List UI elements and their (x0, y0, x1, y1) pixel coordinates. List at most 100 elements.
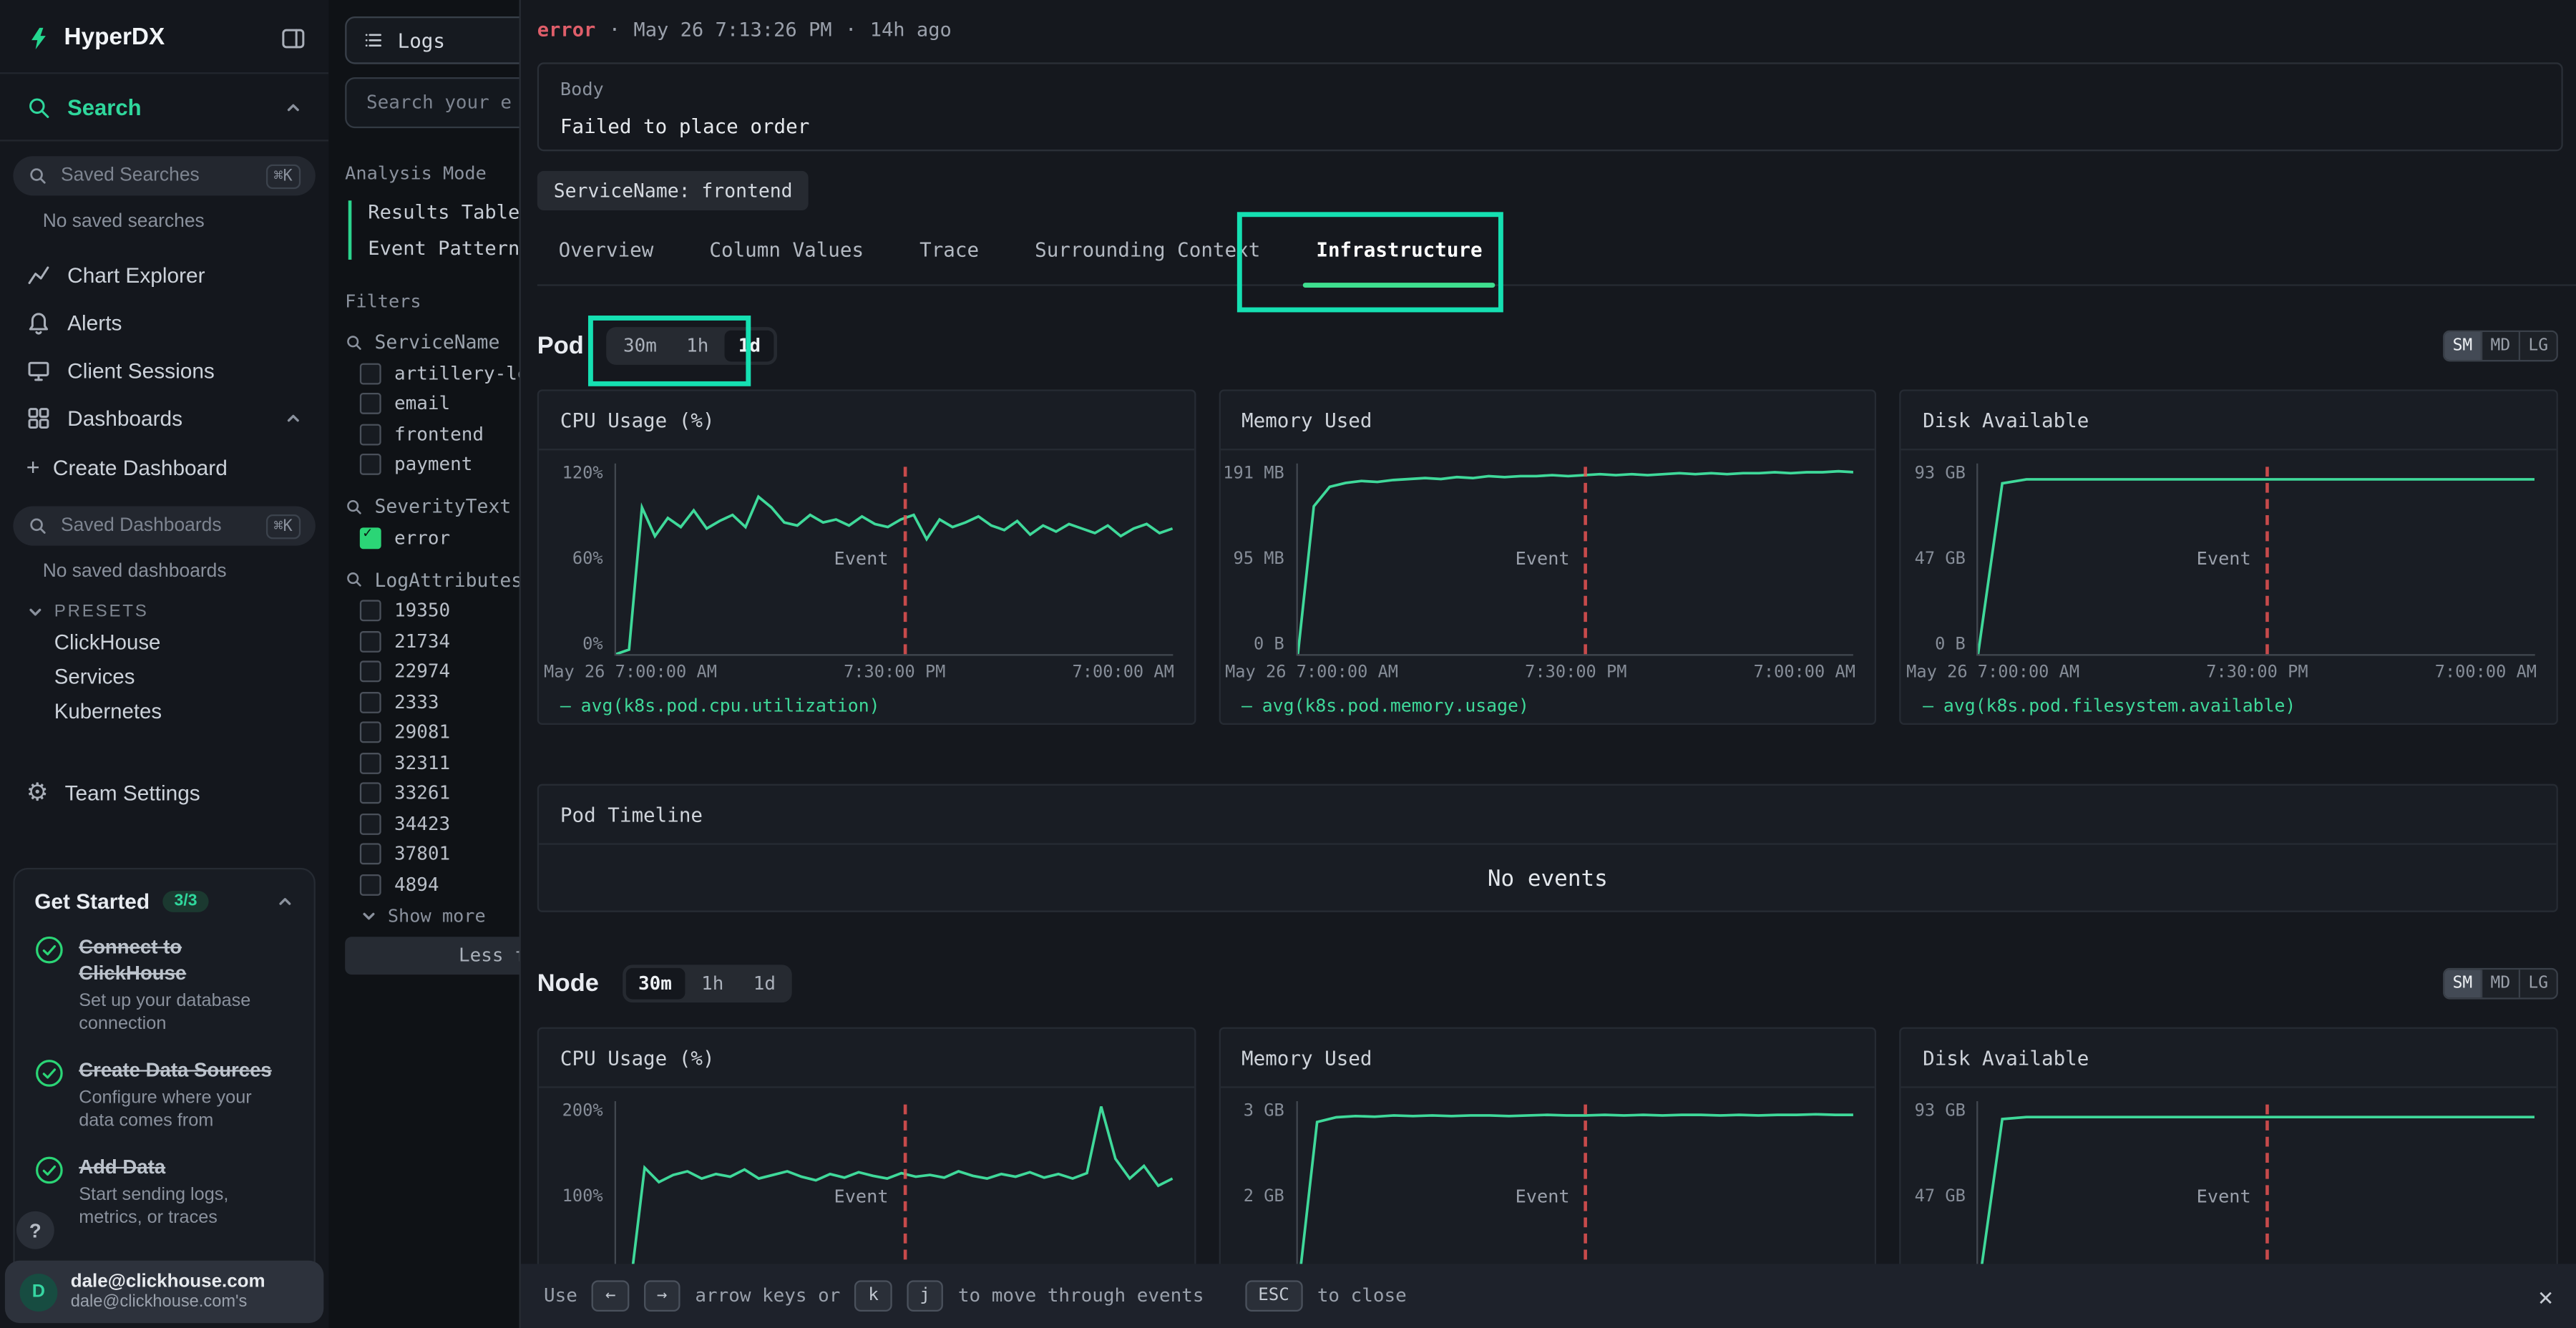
presets-toggle[interactable]: PRESETS (26, 602, 328, 622)
event-marker-label: Event (2197, 1186, 2251, 1207)
esc-key: ESC (1245, 1280, 1302, 1312)
pod-cpu-chart[interactable]: Event (615, 464, 1173, 656)
range-1h[interactable]: 1h (673, 330, 722, 361)
checkbox[interactable] (360, 691, 381, 713)
filter-option-label: 33261 (394, 783, 450, 804)
tab-surrounding-context[interactable]: Surrounding Context (1032, 228, 1264, 284)
range-1d[interactable]: 1d (740, 967, 789, 999)
size-md[interactable]: MD (2481, 331, 2519, 359)
checkbox[interactable] (360, 844, 381, 865)
y-axis-ticks: 191 MB 95 MB 0 B (1220, 464, 1296, 654)
checkbox[interactable] (360, 630, 381, 652)
sidebar-item-client-sessions[interactable]: Client Sessions (0, 347, 328, 395)
chart-card-pod-memory: Memory Used 191 MB 95 MB 0 B Event May 2… (1219, 389, 1877, 725)
tab-overview[interactable]: Overview (555, 228, 657, 284)
source-select-label: Logs (398, 29, 445, 52)
sidebar-search-label: Search (67, 94, 268, 119)
checkbox[interactable] (360, 661, 381, 683)
filter-option-label: 32311 (394, 752, 450, 773)
checkbox[interactable] (360, 813, 381, 834)
checkbox[interactable] (360, 454, 381, 476)
checkbox[interactable] (360, 783, 381, 804)
y-tick: 60% (572, 549, 603, 569)
sidebar-item-dashboards[interactable]: Dashboards (0, 394, 328, 442)
checkbox[interactable] (360, 874, 381, 895)
pod-timeline-card: Pod Timeline No events (537, 784, 2558, 912)
size-md[interactable]: MD (2481, 969, 2519, 997)
tab-column-values[interactable]: Column Values (706, 228, 867, 284)
checkbox[interactable] (360, 394, 381, 415)
checkbox[interactable] (360, 722, 381, 743)
logs-icon (363, 29, 384, 51)
chart-legend: —avg(k8s.pod.cpu.utilization) (539, 682, 1194, 716)
service-name-chip[interactable]: ServiceName: frontend (537, 171, 809, 210)
close-panel-icon[interactable]: ✕ (2538, 1281, 2553, 1311)
sidebar-item-clickhouse[interactable]: ClickHouse (0, 625, 328, 659)
checkbox-checked[interactable] (360, 527, 381, 549)
chart-card-pod-cpu: CPU Usage (%) 120% 60% 0% Event May 26 7… (537, 389, 1196, 725)
legend-dash: — (1241, 695, 1252, 717)
bell-icon (26, 311, 51, 335)
grid-icon (26, 406, 51, 430)
node-range-toggle: 30m 1h 1d (622, 964, 792, 1002)
footer-text: to move through events (958, 1285, 1204, 1307)
sidebar-item-search[interactable]: Search (0, 74, 328, 140)
collapse-sidebar-icon[interactable] (281, 26, 306, 50)
checkbox[interactable] (360, 363, 381, 384)
help-button[interactable]: ? (16, 1211, 54, 1249)
pod-memory-chart[interactable]: Event (1296, 464, 1854, 656)
get-started-item-add-data[interactable]: Add Data Start sending logs, metrics, or… (34, 1155, 294, 1231)
range-30m[interactable]: 30m (625, 967, 686, 999)
chevron-down-icon (360, 907, 378, 924)
size-sm[interactable]: SM (2444, 969, 2481, 997)
chart-title: CPU Usage (%) (539, 391, 1194, 451)
y-axis-ticks: 93 GB 47 GB 0 B (1901, 464, 1977, 654)
create-dashboard-button[interactable]: + Create Dashboard (0, 442, 328, 492)
x-axis-ticks: May 26 7:00:00 AM 7:30:00 PM 7:00:00 AM (539, 656, 1194, 683)
chart-card-pod-disk: Disk Available 93 GB 47 GB 0 B Event May… (1900, 389, 2558, 725)
size-lg[interactable]: LG (2519, 969, 2557, 997)
arrow-left-key: ← (592, 1280, 628, 1312)
sidebar: HyperDX Search ⌘K No saved searches (0, 0, 330, 1328)
checkbox[interactable] (360, 752, 381, 773)
size-sm[interactable]: SM (2444, 331, 2481, 359)
sidebar-item-chart-explorer[interactable]: Chart Explorer (0, 251, 328, 299)
range-30m[interactable]: 30m (610, 330, 670, 361)
get-started-item-title: Add Data (79, 1155, 279, 1181)
mode-results-table[interactable]: Results Table (368, 200, 531, 223)
sidebar-item-team-settings[interactable]: ⚙ Team Settings (0, 768, 328, 817)
analysis-mode-options: Results Table Event Patterns (348, 200, 532, 260)
filter-option-label: 29081 (394, 722, 450, 743)
tab-infrastructure[interactable]: Infrastructure (1313, 228, 1485, 284)
range-1h[interactable]: 1h (688, 967, 737, 999)
user-menu[interactable]: D dale@clickhouse.com dale@clickhouse.co… (5, 1261, 323, 1323)
saved-searches-input[interactable] (57, 165, 255, 187)
checkbox[interactable] (360, 600, 381, 622)
y-tick: 0 B (1254, 635, 1284, 655)
get-started-item-sources[interactable]: Create Data Sources Configure where your… (34, 1058, 294, 1134)
nav-label: Alerts (67, 311, 122, 335)
tab-trace[interactable]: Trace (917, 228, 982, 284)
event-navigation-footer: Use ← → arrow keys or k j to move throug… (521, 1264, 2576, 1328)
pod-disk-chart[interactable]: Event (1977, 464, 2535, 656)
get-started-item-connect[interactable]: Connect to ClickHouse Set up your databa… (34, 935, 294, 1037)
get-started-header[interactable]: Get Started 3/3 (34, 889, 294, 914)
x-axis-ticks: May 26 7:00:00 AM 7:30:00 PM 7:00:00 AM (1220, 656, 1875, 683)
pod-timeline-empty: No events (539, 845, 2556, 914)
user-team: dale@clickhouse.com's (71, 1294, 265, 1312)
node-size-toggle: SM MD LG (2443, 967, 2558, 999)
checkbox[interactable] (360, 424, 381, 445)
mode-event-patterns[interactable]: Event Patterns (368, 237, 531, 260)
sidebar-item-services[interactable]: Services (0, 659, 328, 693)
range-1d[interactable]: 1d (725, 330, 774, 361)
event-marker-label: Event (834, 1186, 889, 1207)
saved-dashboards-input[interactable] (57, 514, 255, 537)
size-lg[interactable]: LG (2519, 331, 2557, 359)
legend-label: avg(k8s.pod.cpu.utilization) (581, 695, 880, 717)
search-icon (26, 94, 51, 119)
filter-option-label: 21734 (394, 630, 450, 652)
footer-text: Use (544, 1285, 577, 1307)
get-started-item-title: Create Data Sources (79, 1058, 279, 1084)
sidebar-item-kubernetes[interactable]: Kubernetes (0, 693, 328, 728)
sidebar-item-alerts[interactable]: Alerts (0, 299, 328, 347)
